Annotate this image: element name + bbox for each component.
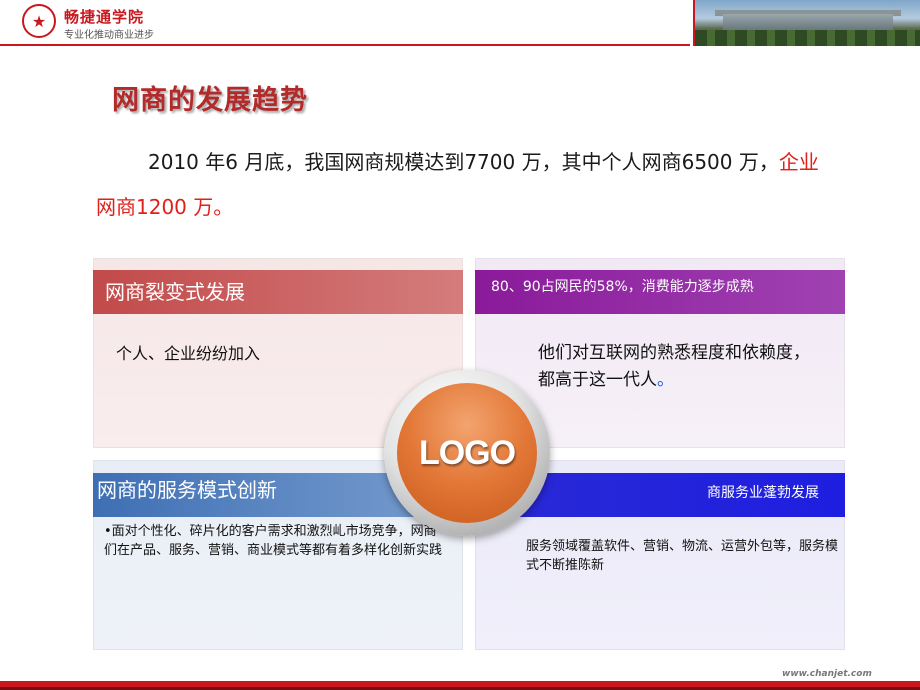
logo-text: LOGO [418,433,516,472]
slide-title: 网商的发展趋势 [112,85,308,116]
intro-text: 2010 年6 月底，我国网商规模达到7700 万，其中个人网商6500 万， [148,150,779,174]
footer-url: www.chanjet.com [782,669,872,679]
brand-name: 畅捷通学院 [64,8,145,26]
quadrant-body-2: 他们对互联网的熟悉程度和依赖度，都高于这一代人 [538,343,810,390]
header-divider [0,44,690,46]
quadrant-body-2-suffix: 。 [657,370,674,390]
intro-paragraph: 2010 年6 月底，我国网商规模达到7700 万，其中个人网商6500 万，企… [96,140,836,230]
campus-photo [693,0,920,46]
photo-trees [695,30,920,46]
logo-badge: LOGO [397,383,537,523]
quadrant-body-2-wrap: 他们对互联网的熟悉程度和依赖度，都高于这一代人。 [538,340,818,394]
quadrant-heading-2: 80、90占网民的58%，消费能力逐步成熟 [475,270,845,314]
quadrant-heading-1: 网商裂变式发展 [93,270,463,314]
star-emblem-icon: ★ [22,4,56,38]
header: ★ 畅捷通学院 专业化推动商业进步 [0,0,920,46]
brand-slogan: 专业化推动商业进步 [64,30,154,41]
quadrant-body-1: 个人、企业纷纷加入 [116,344,261,363]
quadrant-body-4: 服务领域覆盖软件、营销、物流、运营外包等，服务模式不断推陈新 [526,539,839,573]
quadrant-body-3: •面对个性化、碎片化的客户需求和激烈乢市场竞争，网商们在产品、服务、营销、商业模… [104,524,443,558]
